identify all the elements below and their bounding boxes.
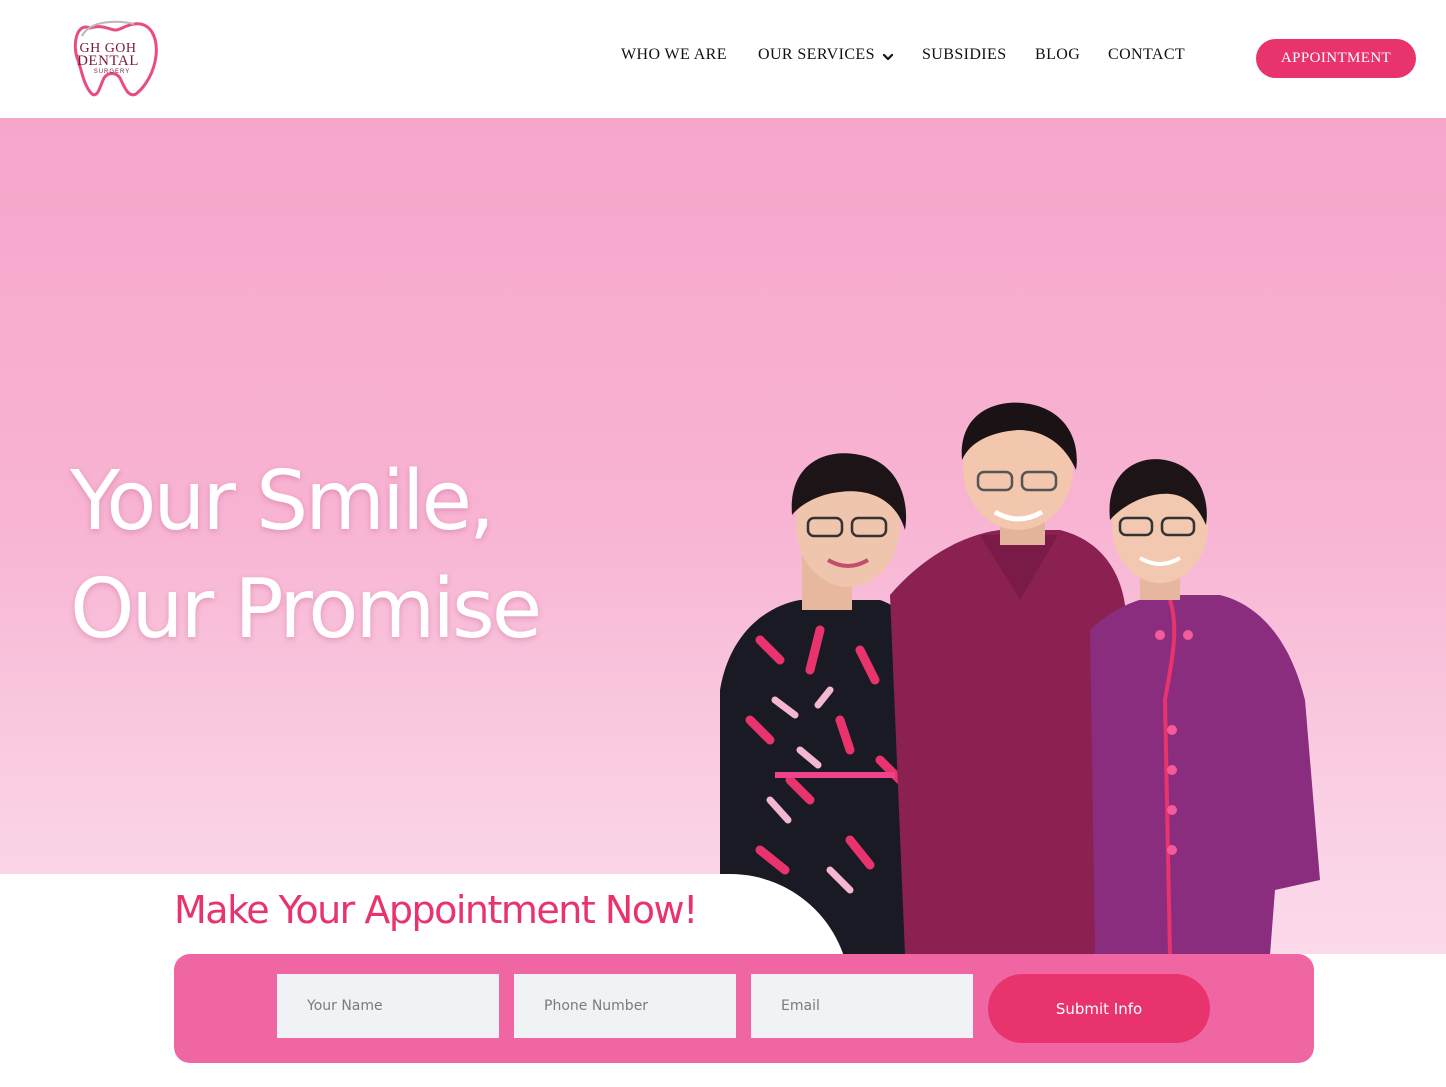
hero-headline-line2: Our Promise [70,562,542,657]
nav-item-who-we-are[interactable]: WHO WE ARE [621,46,727,64]
nav-item-contact[interactable]: CONTACT [1108,46,1185,64]
appointment-button[interactable]: APPOINTMENT [1256,39,1416,78]
email-input[interactable] [751,974,973,1038]
nav-item-blog[interactable]: BLOG [1035,46,1080,64]
submit-info-button[interactable]: Submit Info [988,974,1210,1043]
hero-headline: Your Smile, Our Promise [70,448,542,664]
nav-item-our-services[interactable]: OUR SERVICES [758,46,875,64]
logo-text-surgery: SURGERY [93,69,131,75]
name-input[interactable] [277,974,499,1038]
staff-member-right [1090,459,1320,955]
nav-item-subsidies[interactable]: SUBSIDIES [922,46,1007,64]
logo-text-dental: DENTAL [77,53,139,69]
staff-photo [720,402,1320,955]
phone-input[interactable] [514,974,736,1038]
appointment-form: Submit Info [174,954,1314,1063]
hero-headline-line1: Your Smile, [70,454,495,549]
brand-logo[interactable]: GH GOH DENTAL SURGERY [70,16,162,98]
site-header: GH GOH DENTAL SURGERY WHO WE ARE OUR SER… [0,0,1446,118]
chevron-down-icon[interactable] [882,51,894,63]
appointment-form-title: Make Your Appointment Now! [174,888,698,932]
